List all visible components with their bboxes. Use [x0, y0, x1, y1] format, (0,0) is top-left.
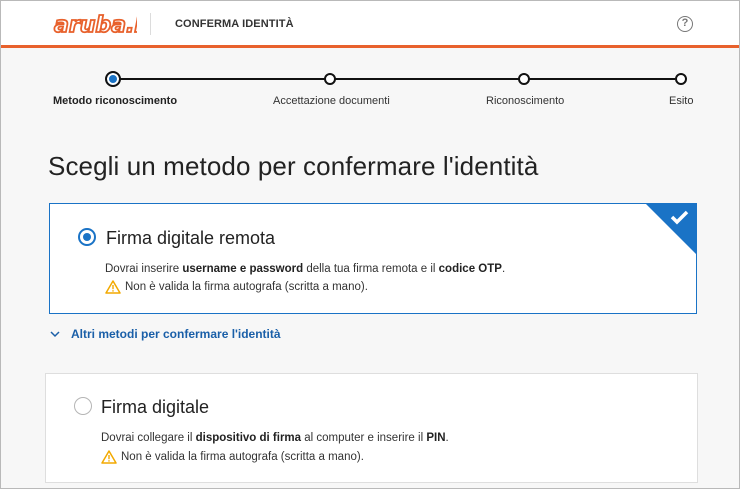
desc-text: Dovrai inserire	[105, 263, 183, 275]
other-methods-toggle[interactable]: Altri metodi per confermare l'identità	[49, 327, 281, 341]
desc-text: .	[445, 432, 449, 444]
step-dot	[675, 73, 687, 85]
warning-text: Non è valida la firma autografa (scritta…	[121, 451, 364, 463]
step-dot	[518, 73, 530, 85]
header-bar: aruba.it CONFERMA IDENTITÀ ?	[1, 1, 739, 48]
warning-triangle-icon	[105, 280, 121, 294]
step-label-metodo: Metodo riconoscimento	[53, 95, 178, 107]
step-label-esito: Esito	[669, 95, 694, 107]
radio-firma-digitale[interactable]	[74, 397, 92, 415]
logo-text: aruba.it	[54, 13, 137, 38]
step-connector	[335, 78, 519, 80]
method-description: Dovrai collegare il dispositivo di firma…	[101, 432, 449, 444]
step-label-accettazione: Accettazione documenti	[273, 95, 390, 107]
aruba-logo[interactable]: aruba.it	[53, 9, 137, 39]
desc-bold: codice OTP	[438, 263, 502, 275]
step-dot-active	[105, 71, 121, 87]
chevron-down-icon	[50, 331, 60, 338]
method-title: Firma digitale remota	[106, 228, 276, 248]
desc-bold: PIN	[426, 432, 446, 444]
method-card-firma-digitale[interactable]: Firma digitale Dovrai collegare il dispo…	[45, 373, 698, 483]
other-methods-label: Altri metodi per confermare l'identità	[71, 327, 281, 341]
method-card-firma-remota[interactable]: Firma digitale remota Dovrai inserire us…	[49, 203, 697, 314]
step-connector	[529, 78, 675, 80]
page-title: Scegli un metodo per confermare l'identi…	[48, 151, 539, 181]
progress-stepper: Metodo riconoscimento Accettazione docum…	[1, 69, 739, 113]
step-connector	[119, 78, 325, 80]
header-divider	[150, 13, 151, 35]
header-title: CONFERMA IDENTITÀ	[175, 18, 294, 30]
desc-text: .	[501, 263, 506, 275]
warning-note: Non è valida la firma autografa (scritta…	[105, 280, 368, 294]
desc-bold: dispositivo di firma	[195, 432, 302, 444]
method-title: Firma digitale	[101, 397, 210, 417]
warning-text: Non è valida la firma autografa (scritta…	[125, 281, 368, 293]
method-description: Dovrai inserire username e password dell…	[105, 263, 505, 275]
desc-text: al computer e inserire il	[301, 432, 427, 444]
page-frame: aruba.it CONFERMA IDENTITÀ ? Metodo rico…	[0, 0, 740, 489]
step-label-riconoscimento: Riconoscimento	[486, 95, 565, 107]
desc-text: Dovrai collegare il	[101, 432, 196, 444]
warning-note: Non è valida la firma autografa (scritta…	[101, 450, 364, 464]
selected-corner-flag	[645, 203, 697, 255]
warning-triangle-icon	[101, 450, 117, 464]
desc-bold: username e password	[182, 263, 304, 275]
radio-firma-remota[interactable]	[78, 228, 96, 246]
step-dot	[324, 73, 336, 85]
question-circle-icon[interactable]: ?	[677, 16, 693, 32]
desc-text: della tua firma remota e il	[303, 263, 439, 275]
